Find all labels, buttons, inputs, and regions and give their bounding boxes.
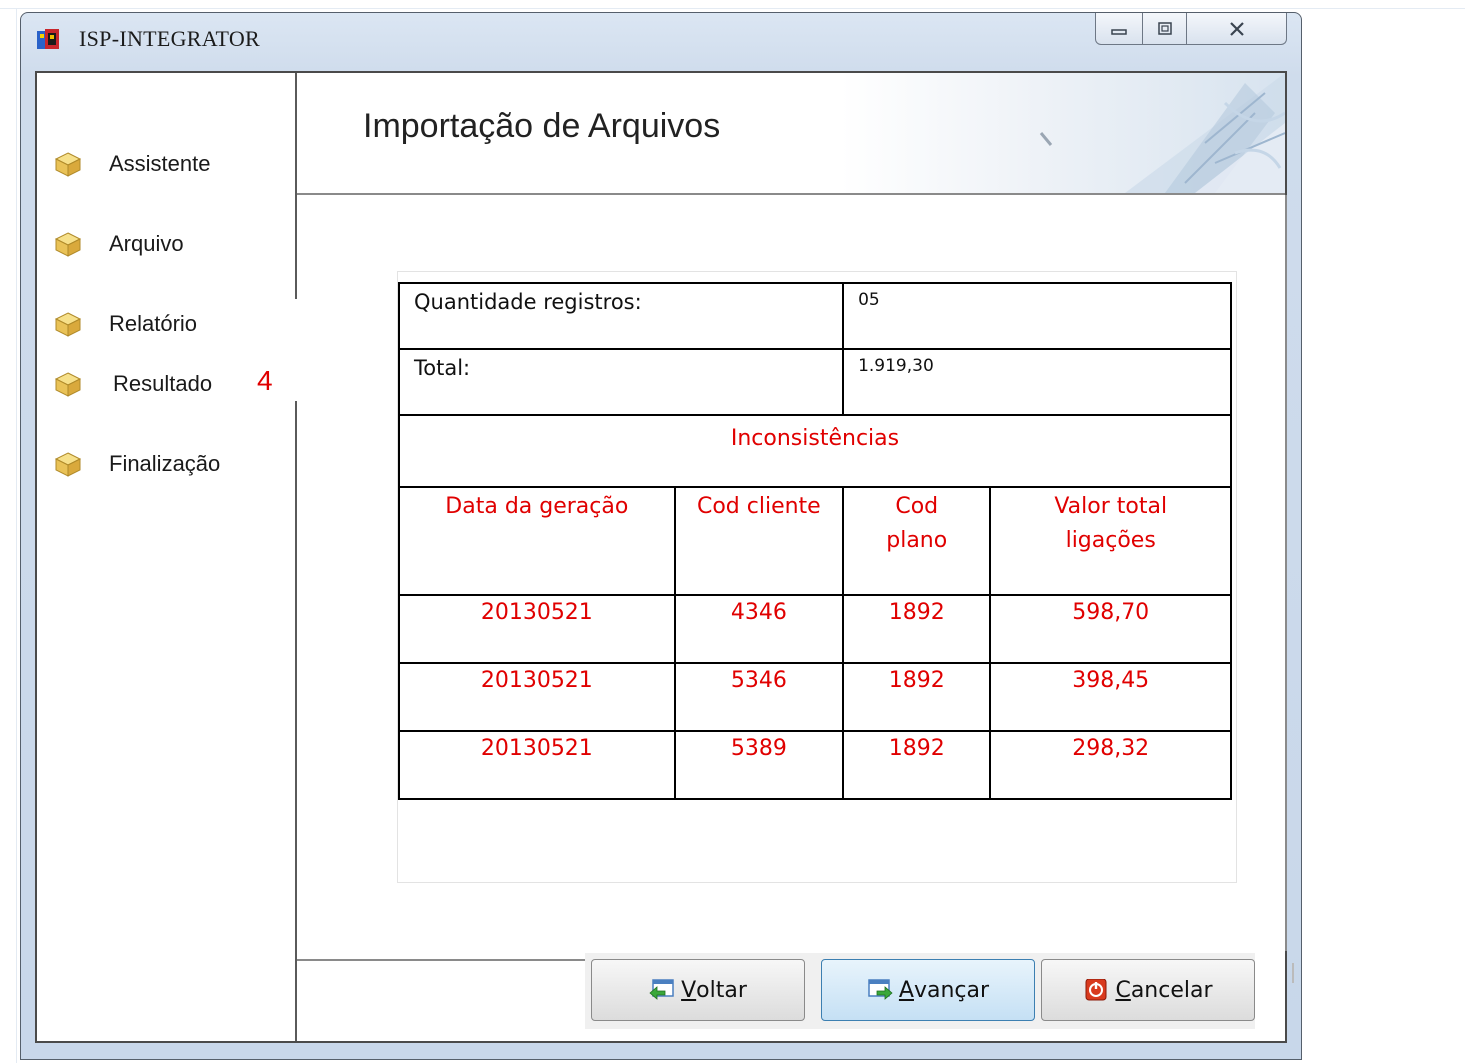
page-title: Importação de Arquivos xyxy=(363,107,721,145)
total-label: Total: xyxy=(397,348,845,416)
next-button[interactable]: Avançar xyxy=(821,959,1035,1021)
wizard-steps-sidebar: Assistente Arquivo Relatório Resultado 4… xyxy=(37,73,297,1041)
column-header: Valor total ligações xyxy=(989,486,1232,596)
quantity-value: 05 xyxy=(842,282,1232,350)
cancel-mnemonic: C xyxy=(1115,977,1131,1003)
table-cell: 598,70 xyxy=(989,594,1232,664)
column-header-line: ligações xyxy=(1065,528,1156,553)
column-header: Data da geração xyxy=(398,486,676,596)
table-row: Quantidade registros: 05 xyxy=(397,282,1232,350)
table-header-row: Data da geração Cod cliente Cod plano Val… xyxy=(398,486,1232,596)
table-cell: 1892 xyxy=(842,594,992,664)
table-cell: 20130521 xyxy=(398,594,676,664)
table-row: 20130521 5346 1892 398,45 xyxy=(398,662,1232,732)
table-row: Total: 1.919,30 xyxy=(397,348,1232,416)
footer-divider xyxy=(297,959,587,961)
maximize-button[interactable] xyxy=(1143,13,1187,45)
column-header-line: plano xyxy=(886,528,948,553)
button-strip: Voltar Avançar Cancelar xyxy=(585,953,1255,1029)
sidebar-item-label: Finalização xyxy=(109,451,221,476)
cancel-label: ancelar xyxy=(1130,977,1213,1003)
power-stop-icon xyxy=(1085,979,1107,1001)
page-header: Importação de Arquivos xyxy=(297,73,1285,195)
back-mnemonic: V xyxy=(681,977,697,1003)
back-button[interactable]: Voltar xyxy=(591,959,805,1021)
sidebar-item-finalizacao[interactable]: Finalização xyxy=(53,449,220,479)
table-row: 20130521 5389 1892 298,32 xyxy=(398,730,1232,800)
table-cell: 1892 xyxy=(842,662,992,732)
table-row: Inconsistências xyxy=(398,414,1232,488)
page-edge xyxy=(0,8,1465,9)
forward-arrow-icon xyxy=(868,979,893,1000)
sidebar-item-label: Relatório xyxy=(109,311,198,336)
step-annotation: 4 xyxy=(257,365,273,396)
table-cell: 20130521 xyxy=(398,730,676,800)
quantity-label: Quantidade registros: xyxy=(397,282,845,350)
window-title: ISP-INTEGRATOR xyxy=(79,26,261,51)
column-header-line: Valor total xyxy=(1054,494,1168,519)
package-icon xyxy=(54,452,82,477)
column-header: Cod cliente xyxy=(673,486,845,596)
sidebar-item-label: Arquivo xyxy=(109,231,184,256)
sidebar-item-label: Resultado xyxy=(113,371,213,396)
app-icon xyxy=(37,29,59,49)
sidebar-item-resultado[interactable]: Resultado xyxy=(53,369,212,399)
package-icon xyxy=(54,232,82,257)
content-area: Quantidade registros: 05 Total: 1.919,30… xyxy=(297,195,1287,951)
title-bar[interactable]: ISP-INTEGRATOR xyxy=(21,13,1301,71)
column-header-line: Cod cliente xyxy=(696,494,821,519)
app-window: ISP-INTEGRATOR Assistente Arquivo Relató… xyxy=(20,12,1302,1060)
wizard-footer: Voltar Avançar Cancelar xyxy=(297,953,1294,1041)
result-report-table: Quantidade registros: 05 Total: 1.919,30… xyxy=(397,282,1232,800)
sidebar-item-assistente[interactable]: Assistente xyxy=(53,149,211,179)
caption-buttons xyxy=(1095,13,1287,47)
table-cell: 5346 xyxy=(673,662,845,732)
column-header-line: Cod xyxy=(895,494,939,519)
column-header: Cod plano xyxy=(842,486,992,596)
sidebar-item-label: Assistente xyxy=(109,151,211,176)
table-cell: 1892 xyxy=(842,730,992,800)
next-label: vançar xyxy=(913,977,990,1003)
maximize-icon xyxy=(1157,21,1172,35)
table-row: 20130521 4346 1892 598,70 xyxy=(398,594,1232,664)
page-edge xyxy=(16,8,17,1063)
back-label: oltar xyxy=(696,977,747,1003)
sidebar-item-relatorio[interactable]: Relatório xyxy=(53,309,197,339)
back-arrow-icon xyxy=(649,979,674,1000)
header-decoration xyxy=(1039,73,1285,193)
minimize-button[interactable] xyxy=(1095,13,1143,45)
table-cell: 298,32 xyxy=(989,730,1232,800)
wizard-client: Assistente Arquivo Relatório Resultado 4… xyxy=(35,71,1294,1043)
package-icon xyxy=(54,312,82,337)
next-mnemonic: A xyxy=(898,977,914,1003)
sidebar-item-arquivo[interactable]: Arquivo xyxy=(53,229,184,259)
cancel-button[interactable]: Cancelar xyxy=(1041,959,1255,1021)
table-cell: 398,45 xyxy=(989,662,1232,732)
report-frame: Quantidade registros: 05 Total: 1.919,30… xyxy=(397,271,1237,883)
table-cell: 4346 xyxy=(673,594,845,664)
inconsistencies-title: Inconsistências xyxy=(398,414,1232,488)
table-cell: 20130521 xyxy=(398,662,676,732)
table-cell: 5389 xyxy=(673,730,845,800)
minimize-icon xyxy=(1111,28,1127,35)
package-icon xyxy=(54,372,82,397)
close-button[interactable] xyxy=(1187,13,1287,45)
close-icon xyxy=(1229,21,1244,36)
total-value: 1.919,30 xyxy=(842,348,1232,416)
package-icon xyxy=(54,152,82,177)
column-header-line: Data da geração xyxy=(445,494,629,519)
footer-divider xyxy=(1292,963,1294,983)
